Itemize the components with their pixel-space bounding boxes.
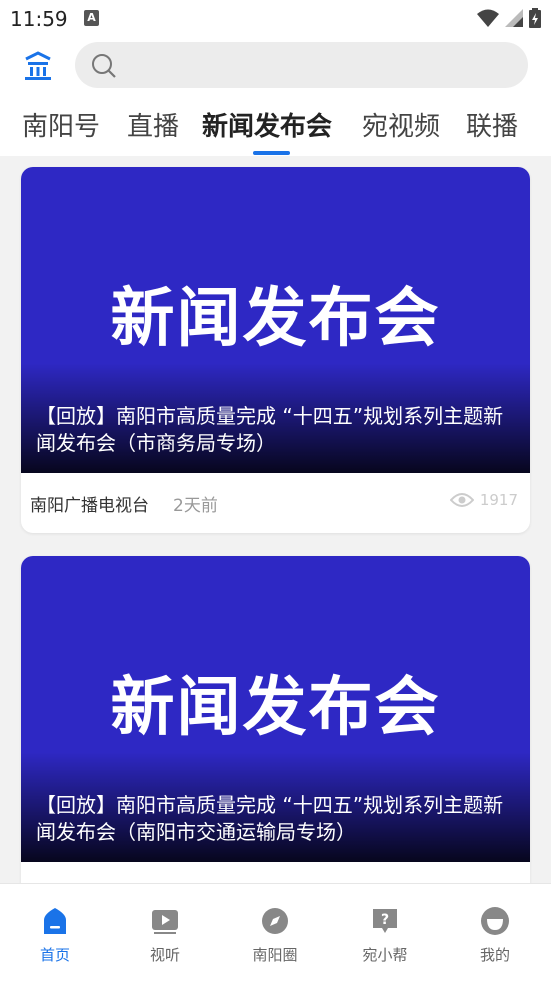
card-thumbnail[interactable]: 新闻发布会 【回放】南阳市高质量完成 “十四五”规划系列主题新闻发布会（市商务局… (21, 167, 530, 473)
svg-text:?: ? (381, 912, 389, 928)
nav-helper[interactable]: ? 宛小帮 (345, 906, 425, 965)
search-icon (92, 54, 116, 78)
nav-label: 宛小帮 (362, 946, 408, 964)
nav-label: 我的 (479, 946, 510, 964)
card-title: 【回放】南阳市高质量完成 “十四五”规划系列主题新闻发布会（南阳市交通运输局专场… (36, 793, 504, 844)
status-time: 11:59 (10, 7, 68, 31)
nav-label: 南阳圈 (252, 946, 298, 964)
card-time: 2天前 (173, 496, 218, 516)
news-card[interactable]: 新闻发布会 【回放】南阳市高质量完成 “十四五”规划系列主题新闻发布会（南阳市交… (21, 556, 530, 883)
card-source[interactable]: 南阳广播电视台 (30, 491, 149, 516)
search-bar[interactable] (75, 42, 528, 88)
home-icon (44, 908, 66, 934)
card-meta: 南阳广播电视台 2天前 1917 (21, 473, 530, 533)
tab-simulcast[interactable]: 联播 (466, 106, 518, 143)
nav-label: 视听 (149, 946, 180, 964)
tab-nanyang-hao[interactable]: 南阳号 (22, 106, 100, 143)
bottom-nav: 首页 视听 南阳圈 ? 宛小帮 我的 (0, 883, 551, 981)
tab-press-conference[interactable]: 新闻发布会 (202, 106, 332, 143)
thumbnail-banner-text: 新闻发布会 (110, 281, 441, 356)
news-card[interactable]: 新闻发布会 【回放】南阳市高质量完成 “十四五”规划系列主题新闻发布会（市商务局… (21, 167, 530, 533)
nav-circle[interactable]: 南阳圈 (235, 906, 315, 965)
notification-icon: A (84, 10, 99, 26)
eye-icon (449, 493, 474, 507)
tab-indicator (253, 151, 290, 155)
app-logo-icon[interactable] (22, 50, 54, 82)
nav-home[interactable]: 首页 (15, 906, 95, 965)
thumbnail-banner-text: 新闻发布会 (110, 670, 441, 745)
status-icons (477, 8, 541, 28)
nav-label: 首页 (39, 946, 70, 964)
signal-icon (505, 9, 523, 27)
card-meta (21, 862, 530, 883)
news-feed[interactable]: 新闻发布会 【回放】南阳市高质量完成 “十四五”规划系列主题新闻发布会（市商务局… (0, 156, 551, 883)
card-thumbnail[interactable]: 新闻发布会 【回放】南阳市高质量完成 “十四五”规划系列主题新闻发布会（南阳市交… (21, 556, 530, 862)
tab-wan-video[interactable]: 宛视频 (362, 106, 440, 143)
card-views: 1917 (449, 491, 518, 509)
status-bar: 11:59 A (0, 0, 551, 36)
nav-profile[interactable]: 我的 (455, 906, 535, 965)
tab-live[interactable]: 直播 (127, 106, 179, 143)
header: 南阳号 直播 新闻发布会 宛视频 联播 (0, 36, 551, 156)
category-tabs: 南阳号 直播 新闻发布会 宛视频 联播 (0, 106, 551, 156)
help-icon: ? (373, 909, 397, 933)
compass-icon (262, 908, 288, 934)
nav-media[interactable]: 视听 (125, 906, 205, 965)
view-count: 1917 (479, 491, 518, 509)
card-title: 【回放】南阳市高质量完成 “十四五”规划系列主题新闻发布会（市商务局专场） (36, 404, 504, 455)
play-icon (152, 910, 178, 934)
profile-icon (481, 907, 509, 935)
wifi-icon (477, 9, 499, 27)
battery-icon (529, 8, 541, 28)
